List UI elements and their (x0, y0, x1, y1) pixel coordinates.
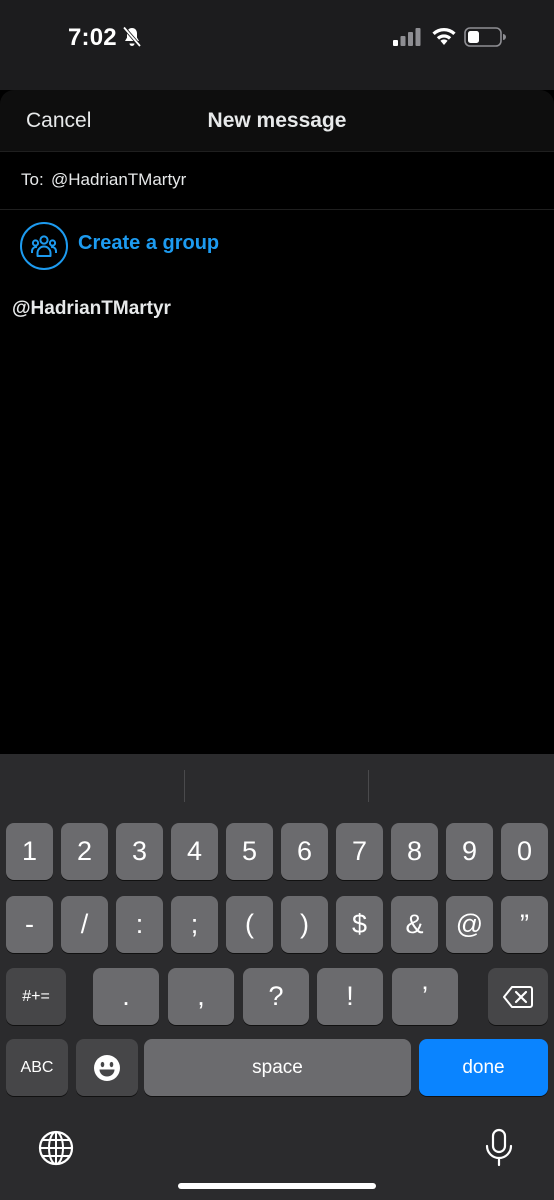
space-key[interactable]: space (144, 1039, 411, 1096)
search-result-handle[interactable]: @HadrianTMartyr (12, 298, 171, 320)
key-quote[interactable]: ” (501, 896, 548, 953)
key-3[interactable]: 3 (116, 823, 163, 880)
key-period[interactable]: . (93, 968, 159, 1025)
suggestion-bar (0, 754, 554, 810)
new-message-sheet: Cancel New message To: @HadrianTMartyr C… (0, 90, 554, 760)
key-ampersand[interactable]: & (391, 896, 438, 953)
recipient-field[interactable]: To: @HadrianTMartyr (0, 152, 554, 210)
key-abc[interactable]: ABC (6, 1039, 68, 1096)
home-indicator (178, 1183, 376, 1189)
suggestion-divider (184, 770, 185, 802)
status-time: 7:02 (68, 24, 117, 51)
key-2[interactable]: 2 (61, 823, 108, 880)
key-hyphen[interactable]: - (6, 896, 53, 953)
key-6[interactable]: 6 (281, 823, 328, 880)
key-dollar[interactable]: $ (336, 896, 383, 953)
key-1[interactable]: 1 (6, 823, 53, 880)
key-8[interactable]: 8 (391, 823, 438, 880)
nav-bar: Cancel New message (0, 90, 554, 152)
key-at[interactable]: @ (446, 896, 493, 953)
create-group-label: Create a group (78, 232, 220, 254)
cellular-signal-icon (393, 28, 421, 46)
key-4[interactable]: 4 (171, 823, 218, 880)
suggestion-divider (368, 770, 369, 802)
key-more-symbols[interactable]: #+= (6, 968, 66, 1025)
status-bar: 7:02 (0, 0, 554, 90)
emoji-key[interactable] (76, 1039, 138, 1096)
key-9[interactable]: 9 (446, 823, 493, 880)
key-close-paren[interactable]: ) (281, 896, 328, 953)
new-message-screen: 7:02 Cancel New message To: @HadrianTMar… (0, 0, 554, 1200)
key-0[interactable]: 0 (501, 823, 548, 880)
key-colon[interactable]: : (116, 896, 163, 953)
battery-icon (464, 27, 506, 47)
key-semicolon[interactable]: ; (171, 896, 218, 953)
key-slash[interactable]: / (61, 896, 108, 953)
done-button[interactable]: done (419, 1039, 548, 1096)
key-5[interactable]: 5 (226, 823, 273, 880)
key-comma[interactable]: , (168, 968, 234, 1025)
backspace-icon (503, 985, 533, 1008)
recipient-input[interactable]: @HadrianTMartyr (51, 170, 186, 190)
key-7[interactable]: 7 (336, 823, 383, 880)
bell-slash-icon (122, 26, 142, 48)
wifi-icon (432, 27, 456, 45)
key-question[interactable]: ? (243, 968, 309, 1025)
microphone-icon[interactable] (484, 1128, 514, 1168)
to-label: To: (21, 170, 44, 189)
key-open-paren[interactable]: ( (226, 896, 273, 953)
emoji-icon (94, 1054, 120, 1081)
globe-icon[interactable] (38, 1130, 74, 1166)
page-title: New message (207, 109, 347, 132)
key-exclamation[interactable]: ! (317, 968, 383, 1025)
group-icon (20, 222, 68, 270)
backspace-key[interactable] (488, 968, 548, 1025)
create-group-button[interactable]: Create a group (0, 211, 554, 277)
key-apostrophe[interactable]: ’ (392, 968, 458, 1025)
